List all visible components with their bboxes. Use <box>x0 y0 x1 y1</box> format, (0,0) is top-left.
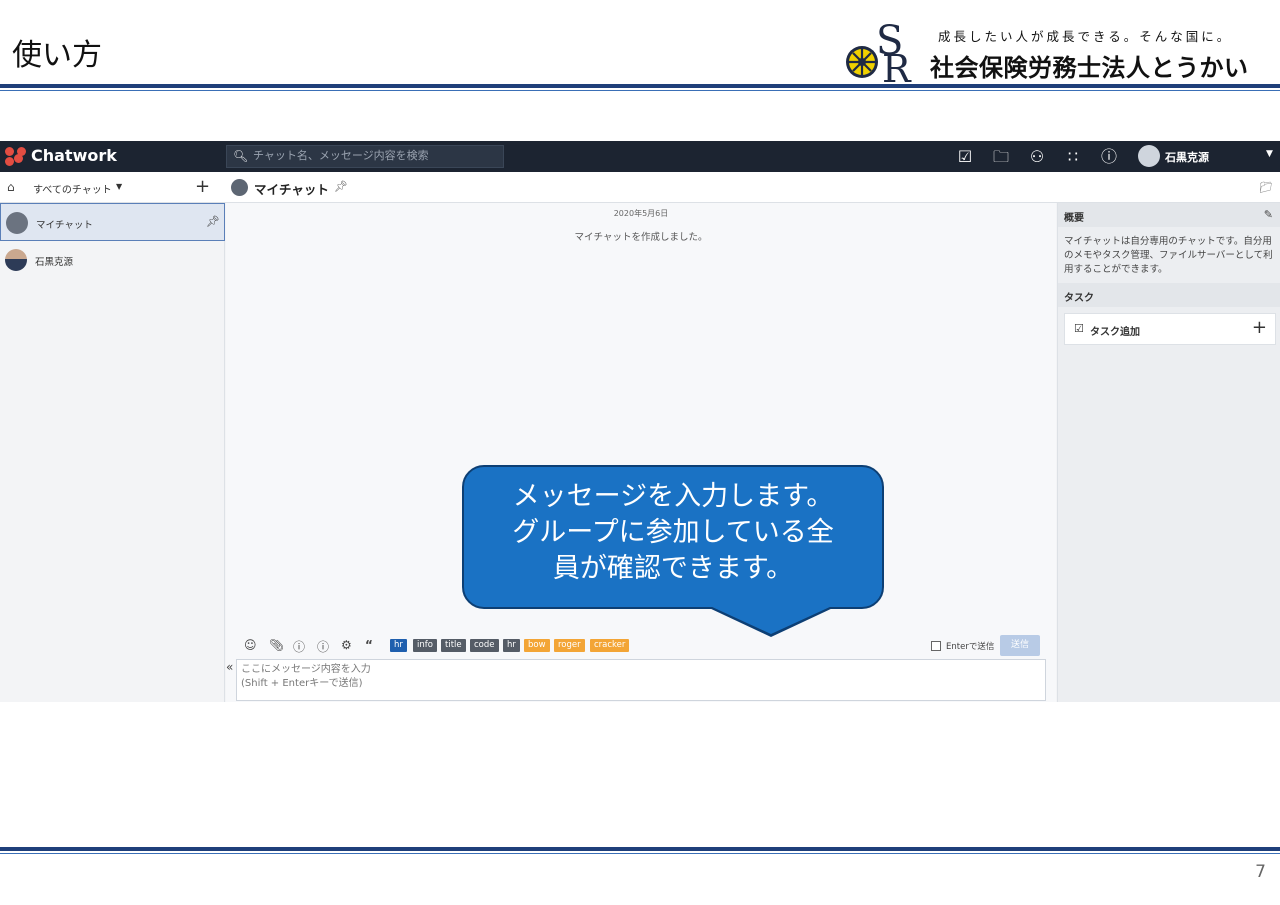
folder-icon[interactable]: 🗀︎ <box>991 147 1011 167</box>
info-icon[interactable]: ⓘ <box>1099 147 1119 167</box>
tag-cracker[interactable]: cracker <box>590 639 630 652</box>
tag-code[interactable]: code <box>470 639 499 652</box>
tag-title[interactable]: title <box>441 639 466 652</box>
callout-text: メッセージを入力します。 グループに参加している全 員が確認できます。 <box>462 479 884 587</box>
timeline-date: 2020年5月6日 <box>613 209 669 218</box>
search-input[interactable] <box>253 149 498 162</box>
svg-text:R: R <box>882 47 912 84</box>
chatwork-logo-icon <box>5 147 29 167</box>
right-panel: 概要 ✎ マイチャットは自分専用のチャットです。自分用のメモやタスク管理、ファイ… <box>1057 203 1280 702</box>
tag-roger[interactable]: roger <box>554 639 585 652</box>
search-box[interactable]: 🔍︎ <box>226 145 504 168</box>
slide: 使い方 S R 成長したい人が成長できる。そんな国に。 社会保険労務士法人とうか… <box>0 0 1280 905</box>
chat-filter[interactable]: すべてのチャット <box>33 181 112 196</box>
mention-icon[interactable]: ⓘ <box>293 638 305 655</box>
footer-rule <box>0 847 1280 851</box>
room-label: 石黒克源 <box>35 257 74 268</box>
add-chat-button[interactable]: + <box>195 176 210 197</box>
header-rule-thin <box>0 90 1280 91</box>
summary-text: マイチャットは自分専用のチャットです。自分用のメモやタスク管理、ファイルサーバー… <box>1064 236 1273 275</box>
chevron-down-icon[interactable]: ▼ <box>116 182 122 191</box>
search-icon: 🔍︎ <box>233 149 249 163</box>
contact-add-icon[interactable]: ⚇ <box>1027 147 1047 167</box>
app-name: Chatwork <box>31 146 117 165</box>
pin-icon[interactable]: 📌︎ <box>334 180 348 193</box>
sub-bar: ⌂ すべてのチャット ▼ + マイチャット 📌︎ 📁︎ <box>0 172 1280 203</box>
composer-toolbar: ☺ 📎︎ ⓘ ⓘ ⚙ “ hr info title code hr bow r… <box>226 633 1056 659</box>
slide-title: 使い方 <box>12 38 102 73</box>
home-icon[interactable]: ⌂ <box>7 180 15 194</box>
user-name[interactable]: 石黒克源 <box>1165 149 1209 165</box>
sr-logo-icon: S R <box>846 20 912 84</box>
avatar <box>6 212 28 234</box>
room-item-user[interactable]: 石黒克源 <box>0 241 225 279</box>
attachment-icon[interactable]: 📎︎ <box>269 638 284 652</box>
send-button[interactable]: 送信 <box>1000 635 1040 656</box>
room-avatar <box>231 179 248 196</box>
quote-icon[interactable]: “ <box>365 638 373 652</box>
room-title: マイチャット <box>254 182 329 197</box>
add-task-label: タスク追加 <box>1090 327 1140 338</box>
task-check-icon[interactable]: ☑ <box>955 147 975 167</box>
collapse-icon[interactable]: « <box>226 660 233 674</box>
summary-header: 概要 ✎ <box>1058 203 1280 227</box>
room-list: マイチャット 📌︎ 石黒克源 <box>0 203 225 702</box>
footer-rule-thin <box>0 853 1280 854</box>
tag-bow[interactable]: bow <box>524 639 550 652</box>
plus-icon[interactable]: + <box>1252 317 1267 338</box>
tag-hr-2[interactable]: hr <box>503 639 520 652</box>
files-icon[interactable]: 📁︎ <box>1259 181 1273 194</box>
reply-icon[interactable]: ⓘ <box>317 638 329 655</box>
page-number: 7 <box>1255 862 1266 882</box>
enter-send-label: Enterで送信 <box>946 642 995 652</box>
top-bar: Chatwork 🔍︎ ☑ 🗀︎ ⚇ ∷ ⓘ 石黒克源 ▼ <box>0 141 1280 172</box>
room-item-mychat[interactable]: マイチャット 📌︎ <box>0 203 225 241</box>
enter-send-checkbox[interactable] <box>931 641 941 651</box>
emoji-icon[interactable]: ☺ <box>244 638 257 652</box>
brand-name: 社会保険労務士法人とうかい <box>930 53 1249 82</box>
add-task-button[interactable]: ☑ タスク追加 + <box>1064 313 1276 345</box>
tag-hr[interactable]: hr <box>390 639 407 652</box>
chevron-down-icon[interactable]: ▼ <box>1266 149 1273 159</box>
callout-line-1: メッセージを入力します。 <box>512 481 834 512</box>
header-rule <box>0 84 1280 88</box>
tag-info[interactable]: info <box>413 639 437 652</box>
summary-header-label: 概要 <box>1064 213 1084 224</box>
pin-icon[interactable]: 📌︎ <box>206 215 220 228</box>
avatar[interactable] <box>1138 145 1160 167</box>
system-message: マイチャットを作成しました。 <box>574 232 708 243</box>
callout-line-3: 員が確認できます。 <box>552 553 794 584</box>
composer: « <box>226 659 1056 702</box>
chatwork-app: Chatwork 🔍︎ ☑ 🗀︎ ⚇ ∷ ⓘ 石黒克源 ▼ ⌂ すべてのチャット… <box>0 141 1280 702</box>
callout-line-2: グループに参加している全 <box>512 517 834 548</box>
avatar <box>5 249 27 271</box>
checkbox-icon: ☑ <box>1074 322 1084 335</box>
edit-icon[interactable]: ✎ <box>1264 208 1273 221</box>
room-label: マイチャット <box>36 220 93 231</box>
apps-grid-icon[interactable]: ∷ <box>1063 147 1083 167</box>
message-input[interactable] <box>236 659 1046 701</box>
settings-icon[interactable]: ⚙ <box>341 638 352 652</box>
task-header: タスク <box>1058 283 1280 307</box>
callout-tail-fill <box>710 606 832 634</box>
task-header-label: タスク <box>1064 293 1094 304</box>
brand-tagline: 成長したい人が成長できる。そんな国に。 <box>938 29 1233 44</box>
brand: S R 成長したい人が成長できる。そんな国に。 社会保険労務士法人とうかい <box>842 14 1272 84</box>
